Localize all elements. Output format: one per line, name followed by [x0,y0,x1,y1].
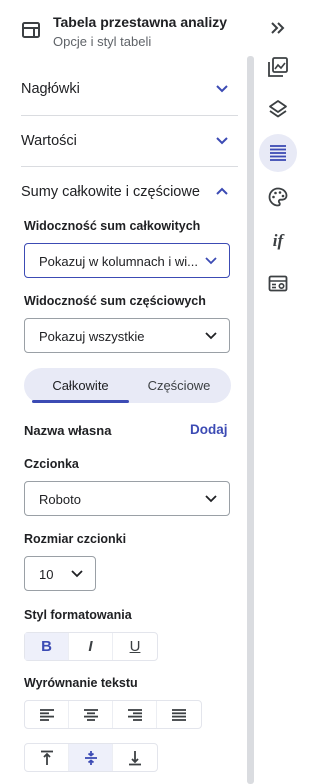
section-values-label: Wartości [21,133,77,149]
underline-button[interactable]: U [113,633,157,660]
align-middle-button[interactable] [69,744,113,771]
options-panel: Nagłówki Wartości Sumy całkowite i częśc… [0,56,243,784]
align-bottom-button[interactable] [113,744,157,771]
tab-grand-totals[interactable]: Całkowite [24,368,137,403]
align-right-button[interactable] [113,701,157,728]
font-size-select[interactable]: 10 [24,556,96,591]
section-totals-label: Sumy całkowite i częściowe [21,184,200,200]
custom-name-label: Nazwa własna [24,423,112,438]
chevron-down-icon [216,85,228,93]
chevron-down-icon [71,570,83,578]
add-custom-name-link[interactable]: Dodaj [190,422,228,437]
align-bottom-icon [129,750,141,765]
double-chevron-right-icon[interactable] [268,18,288,38]
underline-icon: U [129,638,141,655]
layers-icon [269,100,287,118]
subtotal-visibility-select[interactable]: Pokazuj wszystkie [24,318,230,353]
image-icon [268,57,288,77]
align-top-icon [40,750,53,765]
chevron-down-icon [205,257,217,265]
chevron-up-icon [216,187,228,195]
rail-table-settings-button[interactable] [259,265,297,303]
grand-total-visibility-value: Pokazuj w kolumnach i wi... [39,254,197,269]
table-panel-icon [22,22,40,38]
settings-table-icon [268,275,288,292]
panel-title: Tabela przestawna analizy [53,14,228,30]
format-style-group: B I U [24,632,158,661]
align-center-icon [83,708,98,721]
italic-icon: I [88,638,93,655]
tab-subtotals[interactable]: Częściowe [129,368,229,403]
align-justify-icon [172,708,186,721]
rail-image-button[interactable] [259,48,297,86]
format-style-label: Styl formatowania [24,608,132,622]
section-values[interactable]: Wartości [0,116,243,166]
list-lines-icon [270,145,286,161]
active-tab-indicator [32,400,129,403]
rail-table-options-button[interactable] [259,134,297,172]
palette-icon [268,187,288,207]
totals-tabs: Całkowite Częściowe [24,368,231,403]
align-middle-icon [84,750,97,765]
section-headers[interactable]: Nagłówki [0,64,243,114]
chevron-down-icon [205,332,217,340]
rail-layers-button[interactable] [259,90,297,128]
italic-button[interactable]: I [69,633,113,660]
grand-total-visibility-label: Widoczność sum całkowitych [24,219,201,233]
chevron-down-icon [205,495,217,503]
align-top-button[interactable] [25,744,69,771]
grand-total-visibility-select[interactable]: Pokazuj w kolumnach i wi... [24,243,230,278]
if-icon: if [272,231,284,250]
horizontal-align-group [24,700,202,729]
section-totals[interactable]: Sumy całkowite i częściowe [0,167,243,217]
align-justify-button[interactable] [157,701,201,728]
chevron-down-icon [216,137,228,145]
rail-palette-button[interactable] [259,178,297,216]
align-center-button[interactable] [69,701,113,728]
font-size-value: 10 [39,567,54,582]
font-size-label: Rozmiar czcionki [24,532,127,546]
section-headers-label: Nagłówki [21,81,80,97]
subtotal-visibility-value: Pokazuj wszystkie [39,329,145,344]
font-select[interactable]: Roboto [24,481,230,516]
subtotal-visibility-label: Widoczność sum częściowych [24,294,206,308]
align-left-icon [39,708,54,721]
panel-header: Tabela przestawna analizy Opcje i styl t… [0,0,299,56]
font-value: Roboto [39,492,81,507]
rail-conditional-button[interactable]: if [259,222,297,260]
vertical-align-group [24,743,158,772]
bold-icon: B [41,638,52,655]
panel-subtitle: Opcje i styl tabeli [53,34,152,49]
align-left-button[interactable] [25,701,69,728]
text-align-label: Wyrównanie tekstu [24,676,138,690]
bold-button[interactable]: B [25,633,69,660]
font-label: Czcionka [24,457,79,471]
align-right-icon [127,708,142,721]
